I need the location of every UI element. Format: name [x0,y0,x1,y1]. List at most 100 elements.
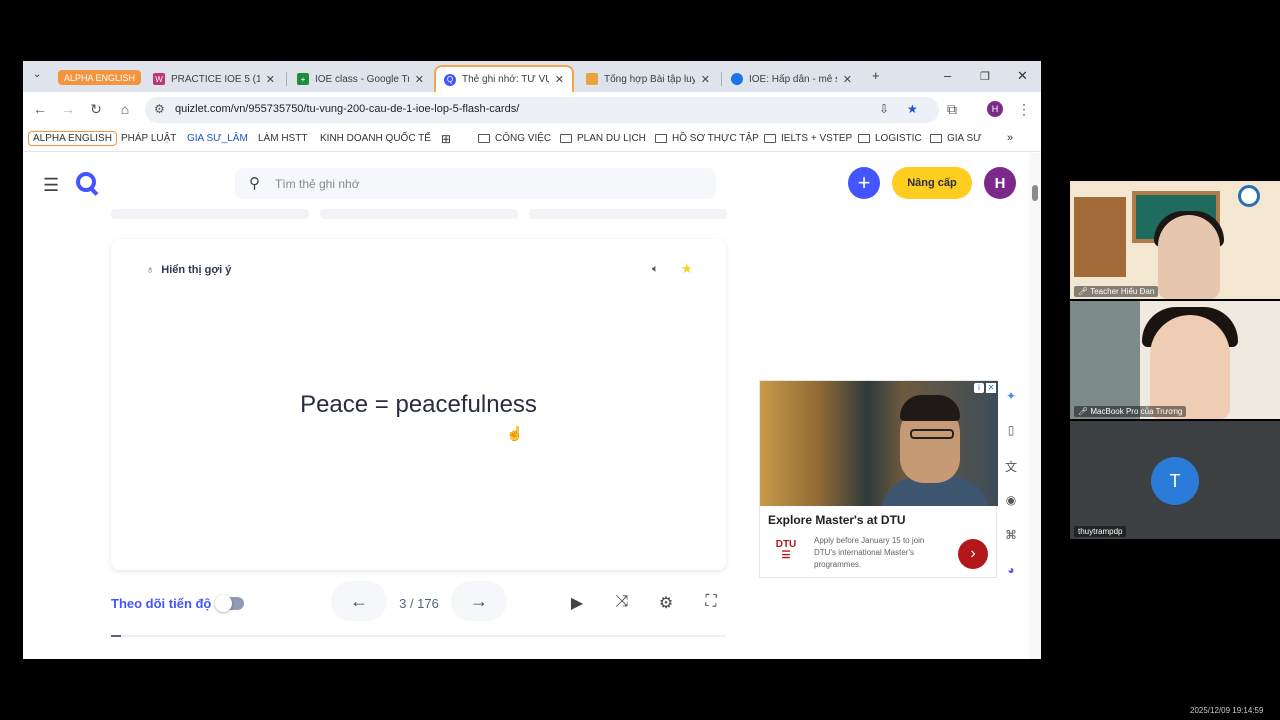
browser-profile-avatar[interactable]: H [987,101,1003,117]
window-close-icon[interactable]: ✕ [1017,68,1028,84]
mode-tab-placeholder[interactable] [320,209,518,219]
mode-tab-placeholder[interactable] [529,209,727,219]
bookmark-folder-plan-du-lich[interactable]: PLAN DU LỊCH [560,133,646,144]
video-tile-teacher[interactable]: 🎤︎ Teacher Hiếu Đan [1070,181,1280,299]
video-tile-student[interactable]: 🎤︎ MacBook Pro của Trương [1070,301,1280,419]
bookmark-star-icon[interactable]: ★ [907,102,918,116]
scrollbar-thumb[interactable] [1032,185,1038,201]
fullscreen-icon[interactable]: ⛶ [701,593,721,611]
close-icon[interactable]: ✕ [701,73,710,86]
forward-icon[interactable]: → [59,101,77,117]
quizlet-logo[interactable] [76,172,96,192]
bookmark-gia-su-lam[interactable]: GIA SƯ_LÂM [187,133,248,144]
progress-bar [111,635,726,637]
flashcard[interactable]: ♁ Hiển thị gợi ý 🔈︎ ★ Peace = peacefulne… [111,239,726,570]
bookmark-phap-luat[interactable]: PHÁP LUẬT [121,133,176,144]
ad-body-text: Apply before January 15 to join DTU's in… [814,536,925,569]
sparkle-icon[interactable]: ✦ [1001,389,1021,403]
participant-avatar: T [1151,457,1199,505]
bookmark-folder-gia-su[interactable]: GIA SƯ [930,133,982,144]
tab-tong-hop[interactable]: Tổng hợp Bài tập luy ✕ [578,66,718,92]
site-info-icon[interactable]: ⚙ [154,102,165,116]
new-tab-icon[interactable]: + [872,68,880,83]
play-icon[interactable]: ▶ [567,593,587,613]
bookmark-folder-logistic[interactable]: LOGISTIC [858,133,922,144]
close-icon[interactable]: ✕ [266,73,275,86]
card-term-text: Peace = peacefulness [300,391,537,418]
create-button[interactable]: + [848,167,880,199]
doc-icon [586,73,598,85]
bookmark-folder-cong-viec[interactable]: CÔNG VIỆC [478,133,551,144]
ad-headline[interactable]: Explore Master's at DTU [768,513,906,527]
recording-timestamp: 2025/12/09 19:14:59 [1190,706,1264,715]
user-avatar[interactable]: H [984,167,1016,199]
assistant-icon[interactable]: ◕ [1001,563,1021,577]
ad-info-icon[interactable]: i [974,383,984,393]
folder-icon [930,134,942,143]
home-icon[interactable]: ⌂ [116,101,134,117]
advertisement[interactable]: i ✕ Explore Master's at DTU DTU ☰ Apply b… [759,380,998,578]
bookmark-folder-ho-so[interactable]: HỒ SƠ THỰC TẬP [655,133,759,144]
restore-icon[interactable]: ❐ [980,70,990,83]
tab-practice-ioe[interactable]: W PRACTICE IOE 5 (1) | ✕ [145,66,283,92]
search-input[interactable]: ⚲ Tìm thẻ ghi nhớ [235,168,716,199]
apps-grid-icon[interactable]: ⊞ [441,132,451,146]
next-card-button[interactable]: → [451,581,507,621]
arrow-right-icon: → [470,590,488,611]
upgrade-button[interactable]: Nâng cấp [892,167,972,199]
tab-ioe-hap-dan[interactable]: IOE: Hấp dẫn - mê sa ✕ [723,66,860,92]
apps-icon[interactable]: ⌘ [1001,528,1021,542]
folder-icon [764,134,776,143]
screen: ⌄ ALPHA ENGLISH W PRACTICE IOE 5 (1) | ✕… [0,0,1280,720]
more-bookmarks-icon[interactable]: » [1007,132,1013,144]
sheets-icon: + [297,73,309,85]
quizlet-favicon-icon: Q [444,73,456,86]
video-tile-thuytram[interactable]: T thuytrampdp [1070,421,1280,539]
close-icon[interactable]: ✕ [843,73,852,86]
bookmark-lam-hstt[interactable]: LÀM HSTT [258,133,307,144]
ad-image[interactable] [760,381,998,506]
browser-window: ⌄ ALPHA ENGLISH W PRACTICE IOE 5 (1) | ✕… [23,61,1041,659]
previous-card-button[interactable]: ← [331,581,387,621]
show-hint-button[interactable]: ♁ Hiển thị gợi ý [146,264,231,276]
star-icon[interactable]: ★ [681,261,693,277]
ad-cta-button[interactable]: › [958,539,988,569]
close-icon[interactable]: ✕ [415,73,424,86]
menu-kebab-icon[interactable]: ⋮ [1015,101,1033,118]
book-icon[interactable]: ▯ [1001,423,1021,437]
podcast-icon[interactable]: ◉ [1001,493,1021,507]
hand-cursor-icon: ☝ [506,425,524,441]
close-icon[interactable]: ✕ [555,73,564,86]
mode-tab-placeholder[interactable] [111,209,309,219]
tab-group-chip[interactable]: ALPHA ENGLISH [58,70,142,85]
bookmark-kinh-doanh[interactable]: KINH DOANH QUỐC TẾ [320,133,431,144]
speaker-icon[interactable]: 🔈︎ [652,263,659,276]
folder-icon [858,134,870,143]
search-icon: ⚲ [249,175,260,192]
minimize-icon[interactable]: – [944,68,951,83]
progress-bar-fill [111,635,122,637]
card-counter: 3 / 176 [399,596,439,611]
settings-gear-icon[interactable]: ⚙ [656,593,676,613]
page-scrollbar[interactable] [1029,153,1041,659]
bookmark-folder-ielts[interactable]: IELTS + VSTEP [764,133,852,144]
address-bar[interactable]: ⚙ quizlet.com/vn/955735750/tu-vung-200-c… [145,97,939,123]
back-icon[interactable]: ← [31,101,49,117]
tab-ioe-class[interactable]: + IOE class - Google Tr ✕ [289,66,432,92]
folder-icon [478,134,490,143]
install-app-icon[interactable]: ⇩ [879,102,889,116]
translate-icon[interactable]: 文 [1001,458,1021,475]
participant-name: thuytrampdp [1074,526,1127,537]
folder-icon [655,134,667,143]
ad-close-icon[interactable]: ✕ [986,383,996,393]
reload-icon[interactable]: ↻ [87,101,105,118]
extensions-icon[interactable]: ⧉ [943,101,961,118]
bookmark-alpha-english[interactable]: ALPHA ENGLISH [28,131,117,146]
shuffle-icon[interactable]: ⤨ [612,593,632,611]
dtu-logo: DTU ☰ [775,539,797,561]
track-progress-label: Theo dõi tiến độ [111,596,212,611]
tab-quizlet-active[interactable]: Q Thẻ ghi nhớ: TỪ VỰN ✕ [434,65,574,92]
hamburger-menu-icon[interactable]: ☰ [43,175,59,196]
track-progress-toggle[interactable] [215,595,244,612]
tab-search-icon[interactable]: ⌄ [33,69,41,80]
